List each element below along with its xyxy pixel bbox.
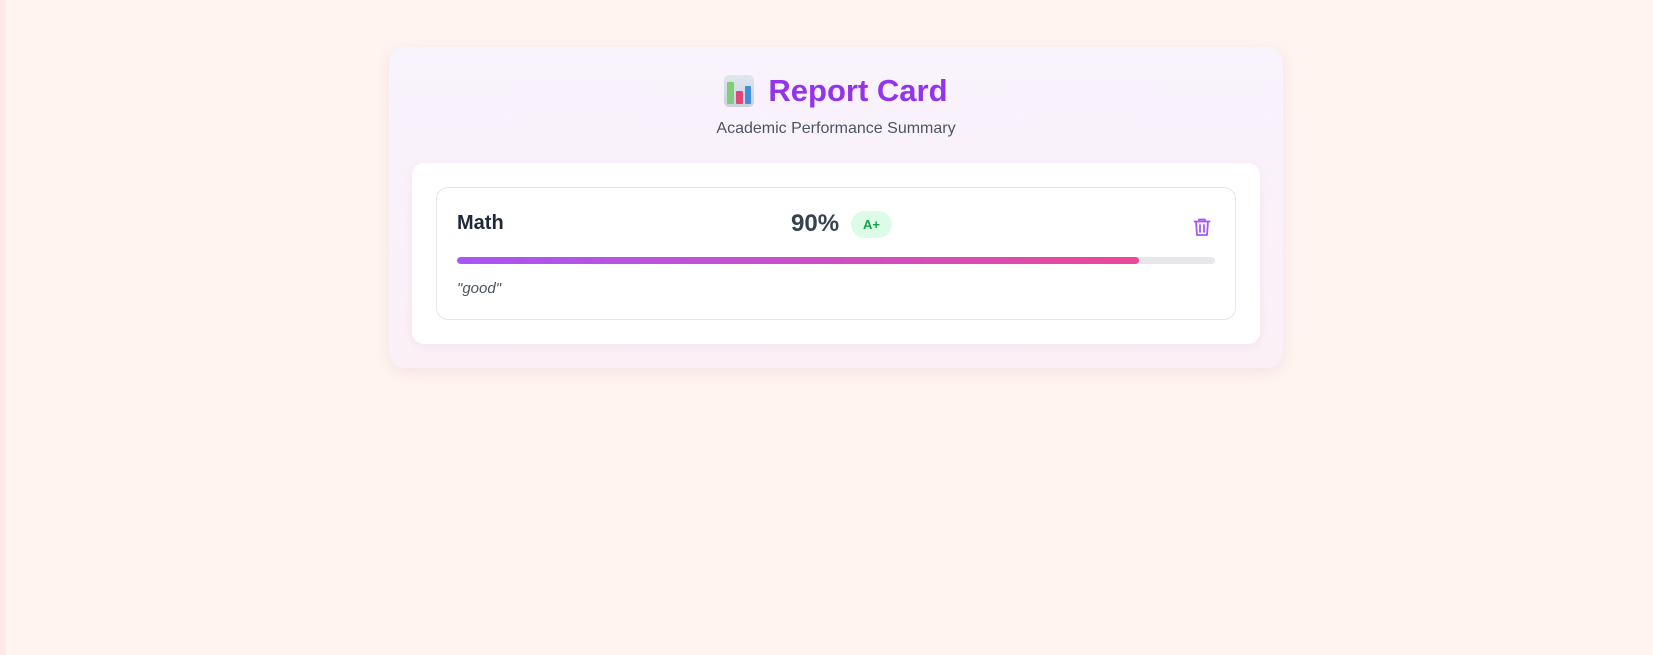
score-progress-bar — [457, 257, 1215, 264]
title-row: Report Card — [389, 71, 1283, 111]
subjects-list: Math 90% A+ "good" — [412, 163, 1260, 344]
trash-icon — [1193, 218, 1211, 236]
page-subtitle: Academic Performance Summary — [716, 120, 956, 137]
score-percentage: 90% — [791, 210, 840, 237]
report-card-panel: Report Card Academic Performance Summary… — [389, 47, 1283, 368]
page-edge — [0, 0, 6, 655]
teacher-comment: "good" — [457, 280, 502, 297]
report-header: Report Card Academic Performance Summary — [389, 47, 1283, 138]
delete-subject-button[interactable] — [1189, 214, 1215, 240]
bar-chart-icon — [724, 75, 755, 107]
subject-card-math: Math 90% A+ "good" — [436, 187, 1236, 320]
score-group: 90% A+ — [791, 210, 893, 238]
page-title: Report Card — [768, 73, 948, 108]
subject-name: Math — [457, 212, 504, 234]
score-progress-fill — [457, 257, 1140, 264]
grade-badge: A+ — [851, 210, 893, 238]
